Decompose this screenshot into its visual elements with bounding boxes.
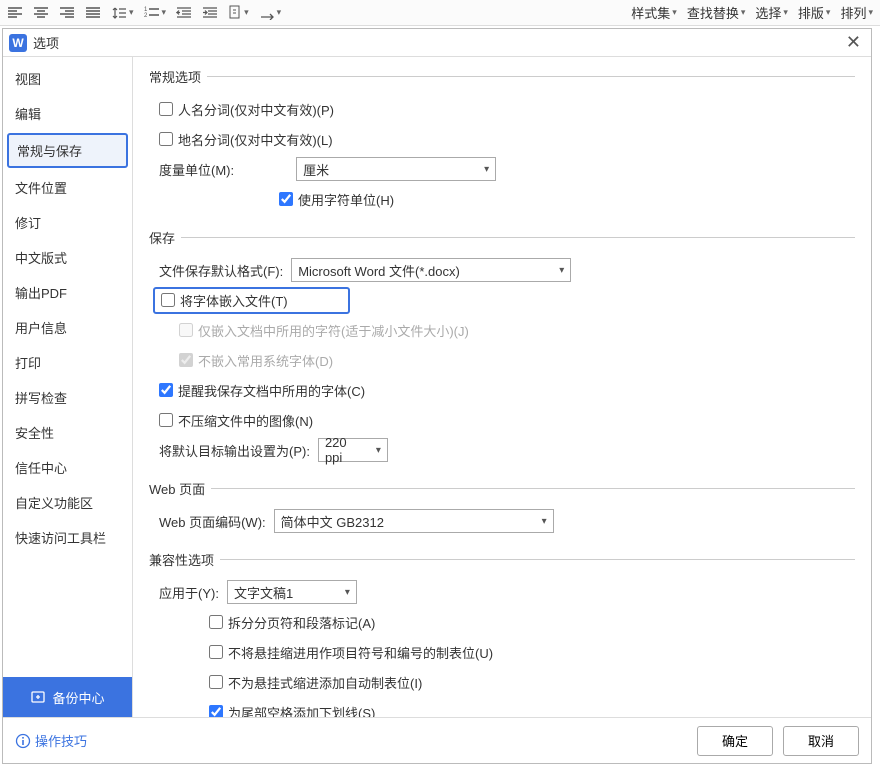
sidebar-item-customize-ribbon[interactable]: 自定义功能区 [3,485,132,520]
place-segment-checkbox[interactable]: 地名分词(仅对中文有效)(L) [159,130,333,149]
compat-legend: 兼容性选项 [149,550,220,569]
new-page-icon[interactable]: ▾ [225,2,252,24]
findreplace-menu[interactable]: 查找替换▾ [684,2,749,24]
sidebar-item-user-info[interactable]: 用户信息 [3,310,132,345]
sidebar-item-general-save[interactable]: 常规与保存 [7,133,128,168]
ppi-select[interactable]: 220 ppi [318,438,388,462]
embed-fonts-checkbox[interactable]: 将字体嵌入文件(T) [161,291,288,310]
default-format-label: 文件保存默认格式(F): [159,261,283,280]
styleset-menu[interactable]: 样式集▾ [628,2,680,24]
web-encoding-select[interactable]: 简体中文 GB2312 [274,509,554,533]
svg-text:1: 1 [144,7,148,13]
save-group: 保存 文件保存默认格式(F): Microsoft Word 文件(*.docx… [149,228,855,467]
align-center-icon[interactable] [30,2,52,24]
default-format-select[interactable]: Microsoft Word 文件(*.docx) [291,258,571,282]
backup-center-label: 备份中心 [52,688,104,707]
remind-fonts-checkbox[interactable]: 提醒我保存文档中所用的字体(C) [159,381,365,400]
indent-decrease-icon[interactable] [173,2,195,24]
compat-c4-checkbox[interactable]: 为尾部空格添加下划线(S) [209,703,375,718]
align-left-icon[interactable] [4,2,26,24]
save-legend: 保存 [149,228,181,247]
align-justify-icon[interactable] [82,2,104,24]
general-options-group: 常规选项 人名分词(仅对中文有效)(P) 地名分词(仅对中文有效)(L) 度量单… [149,67,855,216]
svg-text:2: 2 [144,13,148,19]
line-spacing-icon[interactable]: ▾ [108,2,137,24]
sidebar-item-security[interactable]: 安全性 [3,415,132,450]
sidebar-item-print[interactable]: 打印 [3,345,132,380]
operation-tips-label: 操作技巧 [35,731,87,750]
close-icon[interactable]: ✕ [842,32,865,53]
direction-icon[interactable]: ▾ [256,2,285,24]
web-legend: Web 页面 [149,479,211,498]
app-top-toolbar: ▾ 12▾ ▾ ▾ 样式集▾ 查找替换▾ 选择▾ 排版▾ 排列▾ [0,0,880,26]
compat-c3-checkbox[interactable]: 不为悬挂式缩进添加自动制表位(I) [209,673,422,692]
compat-group: 兼容性选项 应用于(Y): 文字文稿1 拆分分页符和段落标记(A) 不将悬挂缩进… [149,550,855,717]
sidebar-item-spellcheck[interactable]: 拼写检查 [3,380,132,415]
sidebar-item-filelocation[interactable]: 文件位置 [3,170,132,205]
measure-unit-label: 度量单位(M): [159,160,234,179]
embed-only-used-checkbox: 仅嵌入文档中所用的字符(适于减小文件大小)(J) [179,321,469,340]
options-sidebar: 视图 编辑 常规与保存 文件位置 修订 中文版式 输出PDF 用户信息 打印 拼… [3,57,133,717]
sidebar-item-revision[interactable]: 修订 [3,205,132,240]
no-common-sys-checkbox: 不嵌入常用系统字体(D) [179,351,333,370]
default-output-label: 将默认目标输出设置为(P): [159,441,310,460]
app-icon: W [9,34,27,52]
dialog-footer: 操作技巧 确定 取消 [3,717,871,763]
embed-fonts-highlight: 将字体嵌入文件(T) [153,287,350,314]
person-segment-checkbox[interactable]: 人名分词(仅对中文有效)(P) [159,100,334,119]
sidebar-item-view[interactable]: 视图 [3,61,132,96]
options-content: 常规选项 人名分词(仅对中文有效)(P) 地名分词(仅对中文有效)(L) 度量单… [133,57,871,717]
sidebar-item-quick-access[interactable]: 快速访问工具栏 [3,520,132,555]
indent-increase-icon[interactable] [199,2,221,24]
operation-tips-link[interactable]: 操作技巧 [15,731,87,750]
backup-center-button[interactable]: 备份中心 [3,677,132,717]
use-char-unit-checkbox[interactable]: 使用字符单位(H) [279,190,394,209]
web-group: Web 页面 Web 页面编码(W): 简体中文 GB2312 [149,479,855,538]
sidebar-item-trust-center[interactable]: 信任中心 [3,450,132,485]
compat-c2-checkbox[interactable]: 不将悬挂缩进用作项目符号和编号的制表位(U) [209,643,493,662]
backup-icon [30,689,46,705]
numbering-icon[interactable]: 12▾ [141,2,170,24]
align-right-icon[interactable] [56,2,78,24]
arrange-menu[interactable]: 排版▾ [795,2,834,24]
ok-button[interactable]: 确定 [697,726,773,756]
compat-apply-select[interactable]: 文字文稿1 [227,580,357,604]
cancel-button[interactable]: 取消 [783,726,859,756]
compat-apply-label: 应用于(Y): [159,583,219,602]
sidebar-item-chinese-layout[interactable]: 中文版式 [3,240,132,275]
dialog-titlebar: W 选项 ✕ [3,29,871,57]
no-compress-img-checkbox[interactable]: 不压缩文件中的图像(N) [159,411,313,430]
info-icon [15,733,31,749]
web-encoding-label: Web 页面编码(W): [159,512,266,531]
options-dialog: W 选项 ✕ 视图 编辑 常规与保存 文件位置 修订 中文版式 输出PDF 用户… [2,28,872,764]
sidebar-item-edit[interactable]: 编辑 [3,96,132,131]
general-legend: 常规选项 [149,67,207,86]
compat-c1-checkbox[interactable]: 拆分分页符和段落标记(A) [209,613,375,632]
dialog-title-text: 选项 [33,33,59,52]
select-menu[interactable]: 选择▾ [752,2,791,24]
arrange2-menu[interactable]: 排列▾ [837,2,876,24]
measure-unit-select[interactable]: 厘米 [296,157,496,181]
sidebar-item-output-pdf[interactable]: 输出PDF [3,275,132,310]
